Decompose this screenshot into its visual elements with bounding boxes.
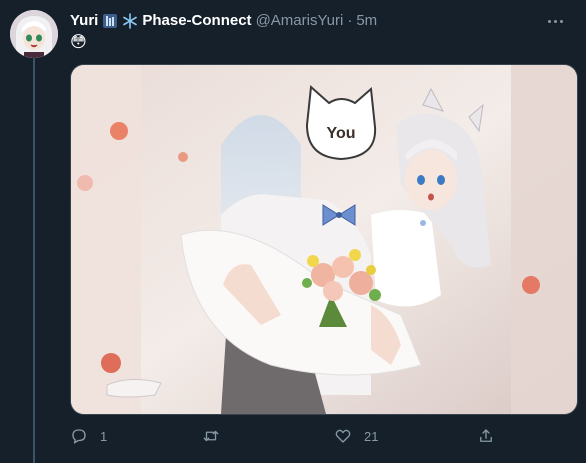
snowflake-icon [122, 13, 138, 29]
display-name[interactable]: Yuri [70, 11, 98, 31]
heart-icon [335, 429, 351, 443]
reply-icon [72, 429, 86, 444]
tweet-header: Yuri Phase-Connect @AmarisYuri · 5m [70, 11, 546, 31]
tweet-image[interactable]: You [70, 64, 578, 415]
reply-count: 1 [100, 428, 108, 444]
like-count: 21 [364, 428, 379, 444]
avatar[interactable] [10, 10, 58, 58]
share-icon [480, 429, 492, 442]
header-separator: · [347, 12, 353, 29]
building-icon [102, 13, 118, 29]
user-handle[interactable]: @AmarisYuri [256, 11, 344, 31]
share-button[interactable] [477, 426, 495, 446]
retweet-icon [203, 430, 219, 442]
like-button[interactable]: 21 [334, 426, 378, 446]
reply-button[interactable]: 1 [70, 426, 107, 446]
timestamp[interactable]: 5m [356, 11, 377, 31]
retweet-button[interactable] [202, 426, 232, 446]
tweet-text: 😳 [70, 34, 87, 51]
head-sign-label: You [326, 125, 355, 142]
tweet-actions: 1 21 [70, 426, 500, 446]
more-options-icon[interactable] [544, 12, 566, 30]
thread-connector-line [33, 58, 35, 463]
affiliation-name[interactable]: Phase-Connect [142, 11, 251, 31]
